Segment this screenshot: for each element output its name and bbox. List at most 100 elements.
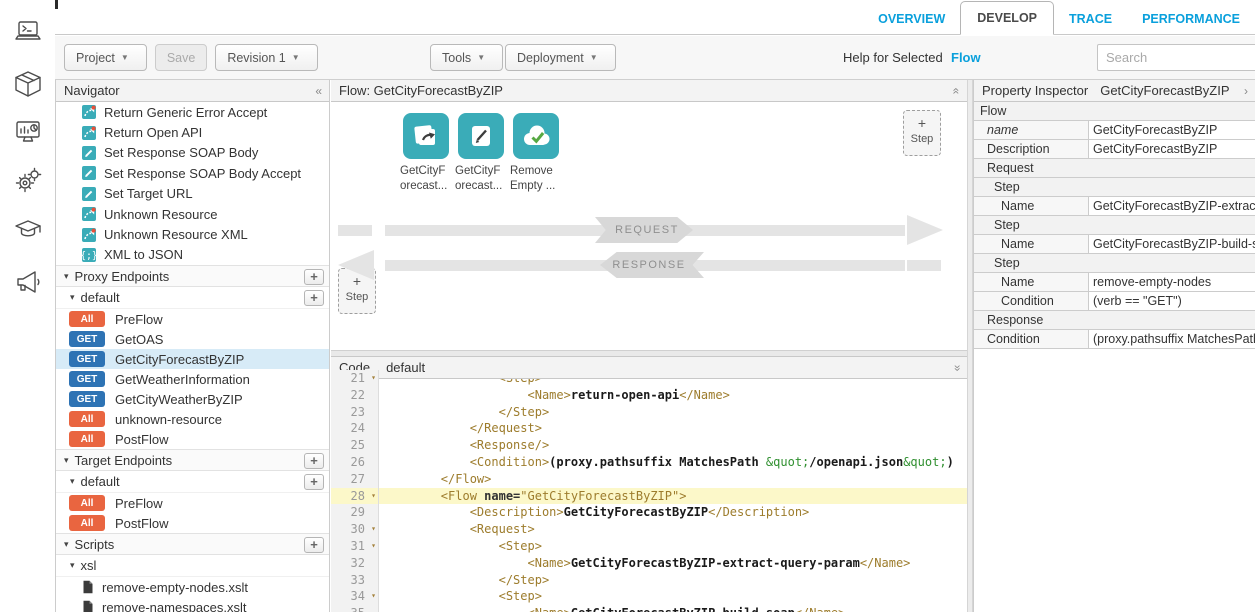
code-line-30[interactable]: 30▾ <Request> (331, 521, 967, 538)
expand-caret-icon[interactable]: ▾ (70, 560, 75, 571)
tab-performance[interactable]: PERFORMANCE (1127, 2, 1255, 35)
graduation-cap-icon[interactable] (13, 214, 43, 244)
nav-item-scripts[interactable]: ▾Scripts+ (56, 533, 329, 555)
nav-item-unknown-resource[interactable]: Allunknown-resource (56, 409, 329, 429)
navigator-panel: Navigator « Return Generic Error AcceptR… (55, 80, 330, 612)
nav-item-postflow[interactable]: AllPostFlow (56, 513, 329, 533)
expand-caret-icon[interactable]: ▾ (70, 292, 75, 303)
nav-item-return-generic-error-accept[interactable]: Return Generic Error Accept (56, 102, 329, 122)
terminal-laptop-icon[interactable] (13, 17, 43, 47)
fold-caret-icon[interactable]: ▾ (371, 588, 376, 605)
revision-menu-button[interactable]: Revision 1▼ (215, 44, 317, 71)
code-line-31[interactable]: 31▾ <Step> (331, 538, 967, 555)
inspector-value[interactable]: remove-empty-nodes (1089, 273, 1255, 291)
code-line-25[interactable]: 25 <Response/> (331, 437, 967, 454)
xml-to-json-icon: {;} (82, 248, 96, 262)
deployment-menu-button[interactable]: Deployment▼ (505, 44, 616, 71)
code-line-22[interactable]: 22 <Name>return-open-api</Name> (331, 387, 967, 404)
add-step-button-request[interactable]: + Step (903, 110, 941, 156)
code-line-29[interactable]: 29 <Description>GetCityForecastByZIP</De… (331, 504, 967, 521)
nav-item-target-endpoints[interactable]: ▾Target Endpoints+ (56, 449, 329, 471)
inspector-value[interactable]: GetCityForecastByZIP (1089, 140, 1255, 158)
inspector-value[interactable]: GetCityForecastByZIP (1089, 121, 1255, 139)
collapse-down-icon[interactable]: « (950, 364, 964, 371)
fold-caret-icon[interactable]: ▾ (371, 521, 376, 538)
monitor-chart-icon[interactable] (13, 117, 43, 147)
add-button[interactable]: + (304, 474, 324, 490)
code-line-23[interactable]: 23 </Step> (331, 404, 967, 421)
inspector-value[interactable]: (proxy.pathsuffix MatchesPath "/c (1089, 330, 1255, 348)
nav-item-remove-namespaces-xslt[interactable]: remove-namespaces.xslt (56, 597, 329, 612)
nav-item-proxy-endpoints[interactable]: ▾Proxy Endpoints+ (56, 265, 329, 287)
code-lines[interactable]: 21▾ <Step>22 <Name>return-open-api</Name… (331, 370, 967, 612)
code-line-32[interactable]: 32 <Name>GetCityForecastByZIP-extract-qu… (331, 555, 967, 572)
nav-item-preflow[interactable]: AllPreFlow (56, 493, 329, 513)
inspector-section-step: Step (974, 178, 1255, 197)
flow-step-xsl[interactable] (513, 113, 559, 159)
code-panel: Code default « 21▾ <Step>22 <Name>return… (331, 357, 967, 612)
inspector-value[interactable]: GetCityForecastByZIP-extract-query-param (1089, 197, 1255, 215)
tab-develop[interactable]: DEVELOP (960, 1, 1054, 35)
inspector-row-condition: Condition(verb == "GET") (974, 292, 1255, 311)
nav-item-xsl[interactable]: ▾xsl (56, 555, 329, 577)
add-button[interactable]: + (304, 290, 324, 306)
expand-caret-icon[interactable]: ▾ (64, 271, 69, 282)
nav-item-set-response-soap-body-accept[interactable]: Set Response SOAP Body Accept (56, 163, 329, 183)
nav-item-set-response-soap-body[interactable]: Set Response SOAP Body (56, 143, 329, 163)
fold-caret-icon[interactable]: ▾ (371, 538, 376, 555)
add-button[interactable]: + (304, 453, 324, 469)
navigator-header: Navigator « (56, 80, 329, 102)
nav-item-getweatherinformation[interactable]: GETGetWeatherInformation (56, 369, 329, 389)
flow-step-callout[interactable] (403, 113, 449, 159)
svg-text:{;}: {;} (82, 251, 96, 262)
nav-item-remove-empty-nodes-xslt[interactable]: remove-empty-nodes.xslt (56, 577, 329, 597)
code-line-26[interactable]: 26 <Condition>(proxy.pathsuffix MatchesP… (331, 454, 967, 471)
nav-item-postflow[interactable]: AllPostFlow (56, 429, 329, 449)
save-button[interactable]: Save (155, 44, 208, 71)
file-label: remove-empty-nodes.xslt (102, 580, 248, 595)
nav-item-set-target-url[interactable]: Set Target URL (56, 184, 329, 204)
collapse-right-icon[interactable]: › (1244, 84, 1248, 98)
nav-item-xml-to-json[interactable]: {;}XML to JSON (56, 245, 329, 265)
search-input[interactable] (1097, 44, 1255, 71)
tools-menu-button[interactable]: Tools▼ (430, 44, 503, 71)
policy-label: Set Target URL (104, 186, 193, 201)
tab-overview[interactable]: OVERVIEW (863, 2, 960, 35)
nav-item-return-open-api[interactable]: Return Open API (56, 122, 329, 142)
inspector-value[interactable]: GetCityForecastByZIP-build-soap (1089, 235, 1255, 253)
fold-caret-icon[interactable]: ▾ (371, 488, 376, 505)
add-button[interactable]: + (304, 269, 324, 285)
code-line-33[interactable]: 33 </Step> (331, 572, 967, 589)
collapse-up-icon[interactable]: « (950, 87, 964, 94)
nav-item-default[interactable]: ▾default+ (56, 471, 329, 493)
megaphone-icon[interactable] (13, 267, 43, 297)
code-scope-label[interactable]: default (386, 360, 425, 375)
expand-caret-icon[interactable]: ▾ (64, 455, 69, 466)
horizontal-splitter[interactable] (331, 350, 967, 357)
help-flow-link[interactable]: Flow (951, 50, 981, 65)
code-line-28[interactable]: 28▾ <Flow name="GetCityForecastByZIP"> (331, 488, 967, 505)
nav-item-unknown-resource[interactable]: Unknown Resource (56, 204, 329, 224)
code-line-34[interactable]: 34▾ <Step> (331, 588, 967, 605)
collapse-left-icon[interactable]: « (315, 84, 322, 98)
nav-item-getcityweatherbyzip[interactable]: GETGetCityWeatherByZIP (56, 389, 329, 409)
code-line-35[interactable]: 35 <Name>GetCityForecastByZIP-build-soap… (331, 605, 967, 612)
tab-trace[interactable]: TRACE (1054, 2, 1127, 35)
inspector-value[interactable]: (verb == "GET") (1089, 292, 1255, 310)
nav-item-preflow[interactable]: AllPreFlow (56, 309, 329, 329)
gears-icon[interactable] (13, 165, 43, 195)
expand-caret-icon[interactable]: ▾ (70, 476, 75, 487)
package-icon[interactable] (13, 69, 43, 99)
inspector-key: Name (974, 235, 1089, 253)
nav-item-unknown-resource-xml[interactable]: Unknown Resource XML (56, 224, 329, 244)
fold-caret-icon[interactable]: ▾ (371, 370, 376, 387)
nav-item-getcityforecastbyzip[interactable]: GETGetCityForecastByZIP (56, 349, 329, 369)
nav-item-getoas[interactable]: GETGetOAS (56, 329, 329, 349)
expand-caret-icon[interactable]: ▾ (64, 539, 69, 550)
project-menu-button[interactable]: Project▼ (64, 44, 147, 71)
code-line-24[interactable]: 24 </Request> (331, 420, 967, 437)
nav-item-default[interactable]: ▾default+ (56, 287, 329, 309)
flow-step-assign[interactable] (458, 113, 504, 159)
code-line-27[interactable]: 27 </Flow> (331, 471, 967, 488)
add-button[interactable]: + (304, 537, 324, 553)
